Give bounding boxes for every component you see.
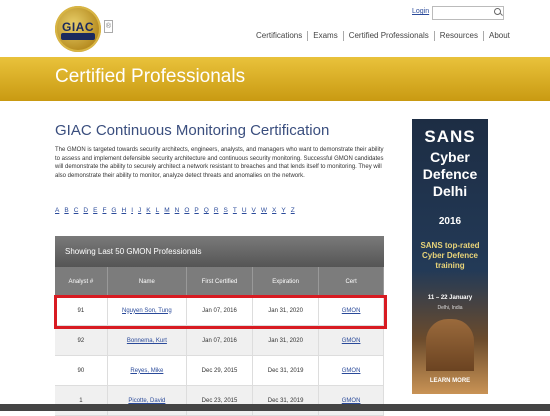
alpha-link[interactable]: C bbox=[74, 207, 79, 214]
cell-first-certified: Dec 29, 2015 bbox=[186, 355, 253, 386]
table-caption-bar: Showing Last 50 GMON Professionals bbox=[55, 236, 384, 267]
alpha-link[interactable]: R bbox=[214, 207, 219, 214]
alpha-link[interactable]: D bbox=[83, 207, 88, 214]
highlight-box bbox=[54, 295, 387, 329]
logo-text: GIAC bbox=[62, 20, 94, 34]
cell-cert-link[interactable]: GMON bbox=[318, 325, 384, 356]
alpha-link[interactable]: X bbox=[272, 207, 276, 214]
ad-dates: 11 – 22 January bbox=[427, 295, 473, 301]
nav-about[interactable]: About bbox=[483, 31, 515, 41]
alpha-link[interactable]: B bbox=[64, 207, 68, 214]
alpha-link[interactable]: K bbox=[146, 207, 150, 214]
table-caption: Showing Last 50 GMON Professionals bbox=[65, 247, 202, 256]
search-input[interactable] bbox=[432, 6, 504, 20]
alpha-link[interactable]: F bbox=[102, 207, 106, 214]
ad-year: 2016 bbox=[438, 216, 462, 227]
cell-cert-link[interactable]: GMON bbox=[318, 385, 384, 416]
alpha-link[interactable]: H bbox=[121, 207, 126, 214]
alpha-link[interactable]: E bbox=[93, 207, 97, 214]
alpha-link[interactable]: V bbox=[252, 207, 256, 214]
banner-title: Certified Professionals bbox=[55, 66, 246, 87]
ad-place: Delhi, India bbox=[437, 305, 463, 311]
col-name: Name bbox=[107, 267, 188, 296]
trademark-mark: ® bbox=[104, 20, 113, 33]
table-row: 90 Reyes, Mike Dec 29, 2015 Dec 31, 2019… bbox=[55, 355, 384, 386]
alpha-link[interactable]: N bbox=[175, 207, 180, 214]
learn-more-button[interactable]: LEARN MORE bbox=[412, 378, 488, 384]
table-row: 92 Bonnema, Kurt Jan 07, 2016 Jan 31, 20… bbox=[55, 325, 384, 356]
login-link[interactable]: Login bbox=[412, 8, 429, 15]
ad-brand: SANS bbox=[424, 127, 476, 146]
alpha-link[interactable]: L bbox=[156, 207, 160, 214]
alpha-link[interactable]: Z bbox=[291, 207, 295, 214]
cell-analyst: 90 bbox=[55, 355, 108, 386]
alpha-link[interactable]: U bbox=[242, 207, 247, 214]
giac-logo[interactable]: GIAC bbox=[55, 6, 101, 52]
nav-certifications[interactable]: Certifications bbox=[256, 31, 307, 41]
alpha-link[interactable]: I bbox=[131, 207, 133, 214]
alpha-link[interactable]: G bbox=[111, 207, 116, 214]
cell-first-certified: Jan 07, 2016 bbox=[186, 325, 253, 356]
sans-ad-banner[interactable]: SANS Cyber Defence Delhi 2016 SANS top-r… bbox=[412, 119, 488, 394]
page-banner: Certified Professionals bbox=[0, 57, 550, 101]
alpha-link[interactable]: W bbox=[261, 207, 267, 214]
cell-expiration: Dec 31, 2019 bbox=[252, 385, 320, 416]
alpha-link[interactable]: P bbox=[194, 207, 198, 214]
cell-cert-link[interactable]: GMON bbox=[318, 355, 384, 386]
alpha-link[interactable]: A bbox=[55, 207, 59, 214]
search-icon[interactable] bbox=[494, 8, 501, 15]
cell-name-link[interactable]: Reyes, Mike bbox=[107, 355, 188, 386]
col-cert: Cert bbox=[318, 267, 384, 296]
cell-name-link[interactable]: Picotte, David bbox=[107, 385, 188, 416]
monument-image bbox=[426, 319, 474, 371]
ad-subtitle: SANS top-rated Cyber Defence training bbox=[420, 241, 480, 270]
alpha-link[interactable]: Q bbox=[204, 207, 209, 214]
alpha-link[interactable]: O bbox=[184, 207, 189, 214]
bottom-bar bbox=[0, 404, 550, 411]
cell-analyst: 92 bbox=[55, 325, 108, 356]
nav-exams[interactable]: Exams bbox=[307, 31, 342, 41]
alpha-link[interactable]: T bbox=[233, 207, 237, 214]
cell-analyst: 1 bbox=[55, 385, 108, 416]
table-header-row: Analyst # Name First Certified Expiratio… bbox=[55, 267, 384, 296]
intro-paragraph: The GMON is targeted towards security ar… bbox=[55, 147, 384, 180]
col-first-certified: First Certified bbox=[186, 267, 253, 296]
ad-headline: Cyber Defence Delhi bbox=[422, 149, 478, 199]
alpha-link[interactable]: M bbox=[164, 207, 169, 214]
alpha-link[interactable]: J bbox=[138, 207, 141, 214]
col-expiration: Expiration bbox=[252, 267, 320, 296]
nav-resources[interactable]: Resources bbox=[433, 31, 483, 41]
main-nav: Certifications Exams Certified Professio… bbox=[256, 31, 515, 41]
cell-first-certified: Dec 23, 2015 bbox=[186, 385, 253, 416]
alpha-link[interactable]: S bbox=[224, 207, 228, 214]
col-analyst: Analyst # bbox=[55, 267, 108, 296]
cell-expiration: Jan 31, 2020 bbox=[252, 325, 320, 356]
professionals-table: Analyst # Name First Certified Expiratio… bbox=[55, 267, 384, 416]
alphabet-filter: A B C D E F G H I J K L M N O P Q R S T … bbox=[55, 207, 300, 214]
nav-certified-professionals[interactable]: Certified Professionals bbox=[342, 31, 434, 41]
page-title: GIAC Continuous Monitoring Certification bbox=[55, 122, 330, 139]
cell-name-link[interactable]: Bonnema, Kurt bbox=[107, 325, 188, 356]
alpha-link[interactable]: Y bbox=[281, 207, 285, 214]
logo-band bbox=[61, 33, 95, 40]
table-row: 1 Picotte, David Dec 23, 2015 Dec 31, 20… bbox=[55, 385, 384, 416]
cell-expiration: Dec 31, 2019 bbox=[252, 355, 320, 386]
